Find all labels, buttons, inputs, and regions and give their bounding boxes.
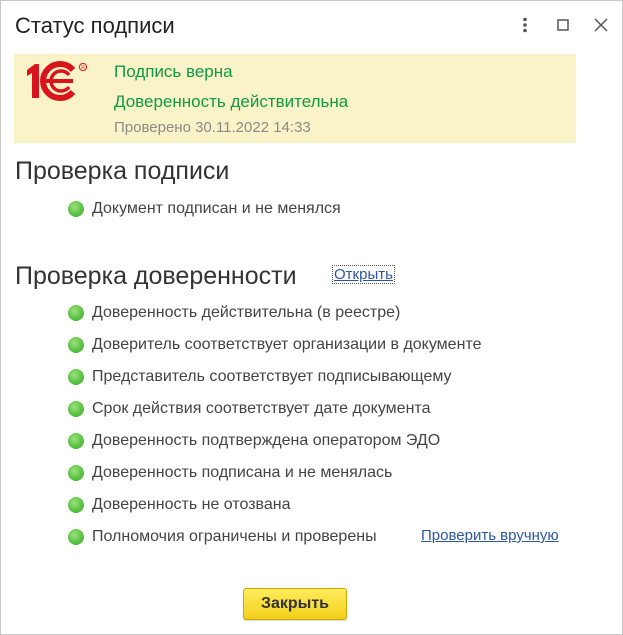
status-ok-icon (68, 497, 84, 513)
signature-check-item: Документ подписан и не менялся (68, 199, 341, 219)
status-ok-icon (68, 369, 84, 385)
title-bar: Статус подписи (1, 1, 622, 51)
status-ok-icon (68, 433, 84, 449)
check-item-label: Представитель соответствует подписывающе… (92, 368, 452, 385)
check-item-label: Доверенность подписана и не менялась (92, 464, 393, 481)
check-item-label: Срок действия соответствует дате докумен… (92, 400, 431, 417)
open-poa-link[interactable]: Открыть (332, 265, 395, 284)
1c-logo: R (27, 61, 88, 101)
close-icon[interactable] (589, 13, 613, 37)
poa-check-item: Полномочия ограничены и проверены (68, 527, 377, 547)
status-ok-icon (68, 529, 84, 545)
signature-status-window: Статус подписи R Подпись верна Доверенно… (0, 0, 623, 635)
check-item-label: Доверенность действительна (в реестре) (92, 304, 401, 321)
poa-check-item: Доверитель соответствует организации в д… (68, 335, 481, 355)
svg-text:R: R (81, 65, 85, 71)
check-item-label: Доверитель соответствует организации в д… (92, 336, 482, 353)
status-ok-icon (68, 201, 84, 217)
status-ok-icon (68, 401, 84, 417)
status-ok-icon (68, 465, 84, 481)
check-item-label: Полномочия ограничены и проверены (92, 528, 377, 545)
status-ok-icon (68, 337, 84, 353)
more-icon[interactable] (513, 13, 537, 37)
check-item-label: Доверенность не отозвана (92, 496, 291, 513)
check-item-label: Доверенность подтверждена оператором ЭДО (92, 432, 441, 449)
manual-check-link[interactable]: Проверить вручную (421, 527, 559, 544)
poa-check-item: Доверенность подтверждена оператором ЭДО (68, 431, 440, 451)
check-item-label: Документ подписан и не менялся (92, 200, 341, 217)
poa-check-item: Доверенность не отозвана (68, 495, 291, 515)
close-button[interactable]: Закрыть (243, 588, 347, 620)
poa-check-item: Представитель соответствует подписывающе… (68, 367, 452, 387)
poa-check-item: Доверенность действительна (в реестре) (68, 303, 400, 323)
window-title: Статус подписи (15, 13, 175, 38)
poa-check-title: Проверка доверенности (15, 262, 297, 290)
signature-valid-status: Подпись верна (114, 62, 233, 81)
maximize-icon[interactable] (551, 13, 575, 37)
status-summary-panel: R Подпись верна Доверенность действитель… (14, 54, 576, 143)
checked-timestamp: Проверено 30.11.2022 14:33 (114, 119, 311, 136)
signature-check-title: Проверка подписи (15, 157, 230, 185)
poa-check-item: Доверенность подписана и не менялась (68, 463, 392, 483)
poa-valid-status: Доверенность действительна (114, 92, 349, 111)
status-ok-icon (68, 305, 84, 321)
poa-check-item: Срок действия соответствует дате докумен… (68, 399, 430, 419)
